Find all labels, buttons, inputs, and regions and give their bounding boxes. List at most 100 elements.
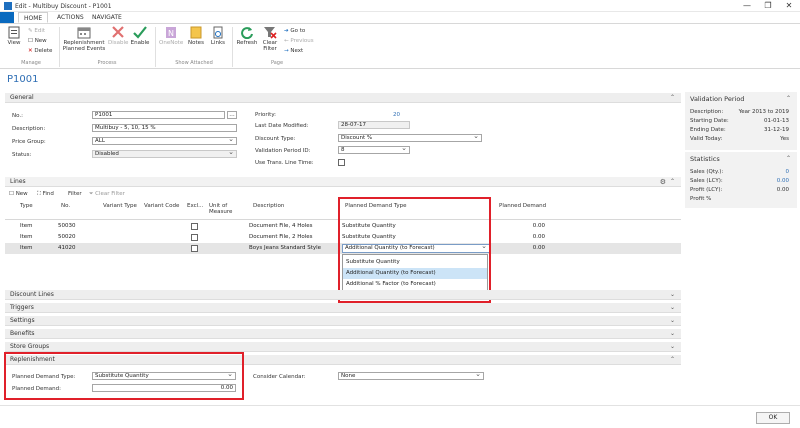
clear-filter-label: Clear Filter	[262, 40, 278, 52]
store-groups-section-header[interactable]: Store Groups ⌄	[5, 342, 681, 352]
vp-ending-date-label: Ending Date:	[690, 127, 726, 133]
column-header-unit-of-measure[interactable]: Unit of Measure	[209, 203, 243, 215]
view-label: View	[7, 40, 21, 46]
lines-filter-button[interactable]: Filter	[68, 191, 82, 197]
row-no: 50020	[58, 234, 76, 240]
row-type: Item	[20, 234, 33, 240]
links-label: Links	[210, 40, 226, 46]
minimize-button[interactable]: —	[741, 1, 753, 10]
onenote-button[interactable]: N OneNote	[159, 26, 183, 46]
clear-filter-icon	[264, 27, 277, 39]
tab-home[interactable]: HOME	[18, 12, 49, 23]
lines-section-header[interactable]: Lines ⚙ ⌃	[5, 177, 681, 187]
delete-button[interactable]: ✕ Delete	[28, 48, 52, 54]
use-trans-line-time-checkbox[interactable]	[338, 159, 345, 166]
row-planned-demand[interactable]: 0.00	[495, 223, 545, 229]
chevron-down-icon: ⌄	[669, 343, 675, 350]
price-group-select[interactable]: ALL	[92, 136, 237, 145]
ribbon-tabs: HOME ACTIONS NAVIGATE	[0, 12, 800, 23]
lines-new-button[interactable]: ☐ New	[9, 191, 28, 197]
section-label: Triggers	[10, 304, 34, 311]
column-header-planned-demand[interactable]: Planned Demand	[499, 203, 546, 209]
priority-value[interactable]: 20	[338, 112, 400, 118]
calendar-icon	[77, 27, 91, 39]
svg-text:N: N	[168, 29, 174, 38]
notes-button[interactable]: Notes	[186, 26, 206, 46]
chevron-up-icon[interactable]: ⌃	[786, 155, 791, 162]
validation-period-label: Validation Period ID:	[255, 148, 311, 154]
row-description: Document File, 4 Holes	[249, 223, 313, 229]
column-header-description[interactable]: Description	[253, 203, 284, 209]
lines-find-button[interactable]: ⛶ Find	[37, 191, 54, 198]
enable-label: Enable	[130, 40, 150, 46]
links-button[interactable]: Links	[209, 26, 227, 46]
previous-label: Previous	[290, 38, 314, 44]
row-planned-demand[interactable]: 0.00	[495, 234, 545, 240]
lines-header-label: Lines	[10, 178, 26, 185]
stat-sales-lcy-value[interactable]: 0.00	[777, 178, 789, 184]
arrow-right-icon: →	[284, 48, 289, 54]
status-select[interactable]: Disabled	[92, 149, 237, 158]
disable-button[interactable]: Disable	[108, 26, 128, 46]
replenishment-planned-events-button[interactable]: Replenishment Planned Events	[62, 26, 106, 52]
goto-button[interactable]: ➔ Go to	[284, 28, 305, 34]
ribbon-separator	[155, 27, 156, 67]
notes-label: Notes	[188, 40, 204, 46]
column-header-type[interactable]: Type	[20, 203, 33, 209]
clear-filter-icon: ⏷	[89, 191, 94, 197]
validation-period-select[interactable]: 8	[338, 145, 410, 154]
page-group-label: Page	[270, 60, 284, 66]
footer-divider	[0, 405, 800, 406]
settings-section-header[interactable]: Settings ⌄	[5, 316, 681, 326]
general-section-header[interactable]: General ⌃	[5, 93, 681, 103]
chevron-up-icon: ⌃	[669, 178, 675, 185]
new-button[interactable]: ☐ New	[28, 38, 47, 44]
column-header-variant-type[interactable]: Variant Type	[103, 203, 137, 209]
row-excl-checkbox[interactable]	[191, 223, 198, 230]
column-header-no[interactable]: No.	[61, 203, 70, 209]
ribbon-separator	[59, 27, 60, 67]
vp-description-value: Year 2013 to 2019	[738, 109, 789, 115]
consider-calendar-select[interactable]: None	[338, 371, 484, 380]
tab-navigate[interactable]: NAVIGATE	[87, 12, 127, 23]
triggers-section-header[interactable]: Triggers ⌄	[5, 303, 681, 313]
no-lookup-button[interactable]: …	[227, 111, 237, 119]
view-button[interactable]: View	[6, 26, 22, 46]
section-label: Store Groups	[10, 343, 50, 350]
no-field[interactable]: P1001	[92, 111, 225, 119]
discount-lines-section-header[interactable]: Discount Lines ⌄	[5, 290, 681, 300]
column-header-excl[interactable]: Excl...	[187, 203, 203, 209]
vp-starting-date-value: 01-01-13	[764, 118, 789, 124]
clear-filter-button[interactable]: Clear Filter	[260, 26, 280, 52]
restore-button[interactable]: ❐	[762, 1, 774, 10]
ribbon: View ✎ Edit ☐ New ✕ Delete Manage Replen…	[0, 23, 800, 69]
disable-label: Disable	[108, 40, 129, 46]
previous-button[interactable]: ← Previous	[284, 38, 314, 44]
edit-button[interactable]: ✎ Edit	[28, 28, 45, 34]
tab-actions[interactable]: ACTIONS	[52, 12, 89, 23]
close-button[interactable]: ✕	[783, 1, 795, 10]
benefits-section-header[interactable]: Benefits ⌄	[5, 329, 681, 339]
row-excl-checkbox[interactable]	[191, 245, 198, 252]
last-date-modified-field: 28-07-17	[338, 121, 410, 129]
chevron-up-icon[interactable]: ⌃	[786, 95, 791, 102]
new-icon: ☐	[9, 191, 14, 197]
row-no: 41020	[58, 245, 76, 251]
stat-sales-qty-value[interactable]: 0	[786, 169, 790, 175]
stat-sales-lcy-label: Sales (LCY):	[690, 178, 723, 184]
discount-type-select[interactable]: Discount %	[338, 133, 482, 142]
settings-gear-icon[interactable]: ⚙	[660, 177, 666, 187]
ok-button[interactable]: OK	[756, 412, 790, 424]
row-excl-checkbox[interactable]	[191, 234, 198, 241]
description-field[interactable]: Multibuy - 5, 10, 15 %	[92, 124, 237, 132]
column-header-variant-code[interactable]: Variant Code	[144, 203, 179, 209]
chevron-up-icon: ⌃	[669, 94, 675, 101]
lines-clear-filter-button[interactable]: ⏷ Clear Filter	[89, 191, 125, 198]
refresh-button[interactable]: Refresh	[236, 26, 258, 46]
next-button[interactable]: → Next	[284, 48, 303, 54]
binoculars-icon: ⛶	[37, 191, 41, 197]
enable-button[interactable]: Enable	[130, 26, 150, 46]
row-planned-demand[interactable]: 0.00	[495, 245, 545, 251]
file-tab[interactable]	[0, 12, 14, 23]
goto-label: Go to	[290, 28, 306, 34]
